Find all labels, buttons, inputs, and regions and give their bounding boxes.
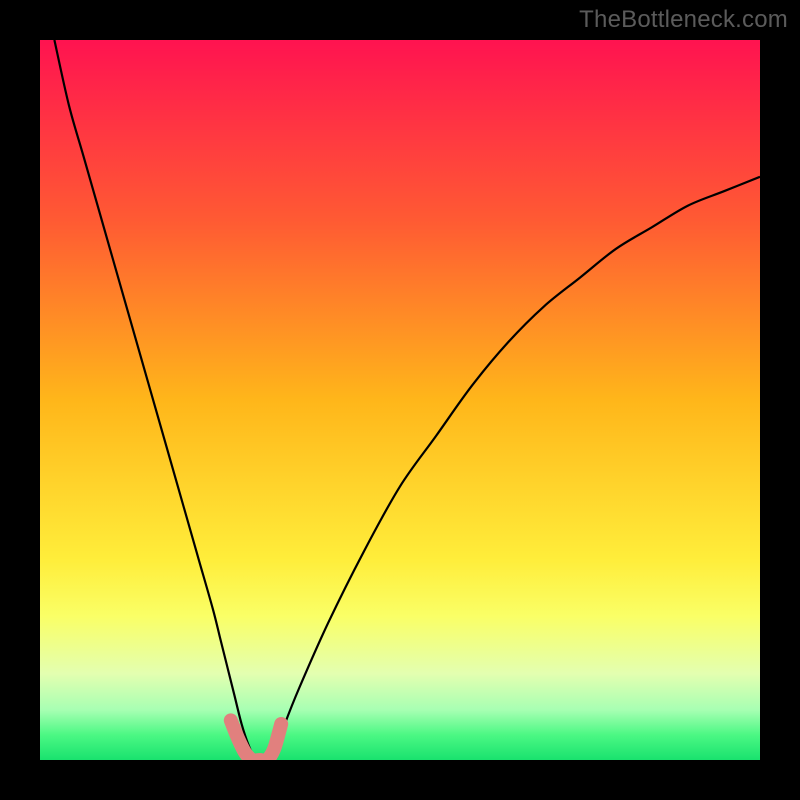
chart-canvas [40, 40, 760, 760]
watermark-text: TheBottleneck.com [579, 6, 788, 34]
outer-frame: TheBottleneck.com [0, 0, 800, 800]
chart-svg [40, 40, 760, 760]
gradient-background [40, 40, 760, 760]
